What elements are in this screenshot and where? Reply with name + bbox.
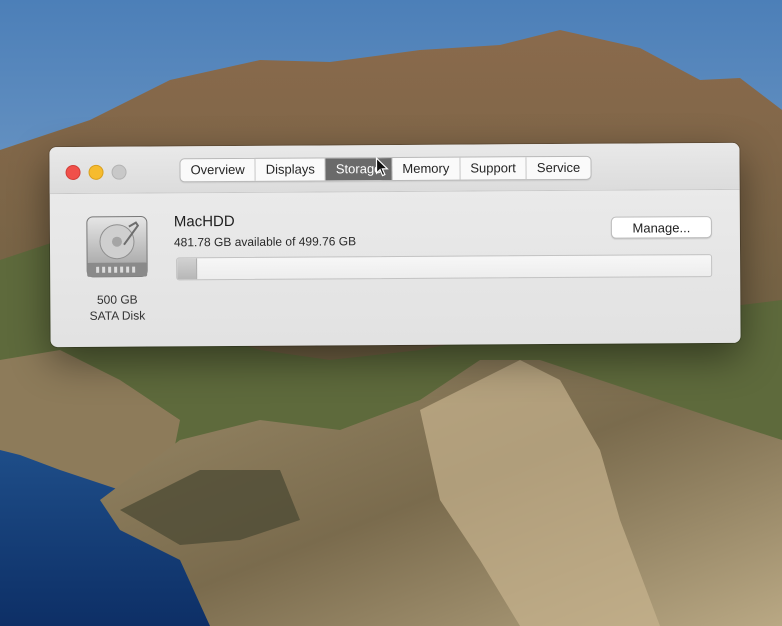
manage-button[interactable]: Manage... [610, 216, 712, 239]
mouse-pointer-icon [375, 157, 389, 177]
disk-type-label: SATA Disk [89, 308, 146, 323]
volume-availability: 481.78 GB available of 499.76 GB [173, 234, 357, 250]
about-this-mac-window: Overview Displays Storage Memory Support… [49, 142, 741, 348]
storage-used-segment [177, 258, 198, 280]
tab-service[interactable]: Service [527, 157, 590, 179]
volume-name: MacHDD [173, 212, 235, 231]
window-titlebar: Overview Displays Storage Memory Support… [49, 142, 740, 195]
disk-size-label: 500 GB [96, 292, 138, 307]
tab-displays[interactable]: Displays [255, 158, 326, 181]
hard-disk-icon [86, 216, 148, 278]
zoom-window-button[interactable] [111, 164, 127, 180]
close-window-button[interactable] [65, 164, 81, 181]
tab-memory[interactable]: Memory [392, 157, 461, 181]
tab-overview[interactable]: Overview [180, 158, 256, 182]
storage-usage-bar [176, 254, 713, 281]
tab-support[interactable]: Support [460, 157, 527, 180]
minimize-window-button[interactable] [88, 164, 104, 180]
